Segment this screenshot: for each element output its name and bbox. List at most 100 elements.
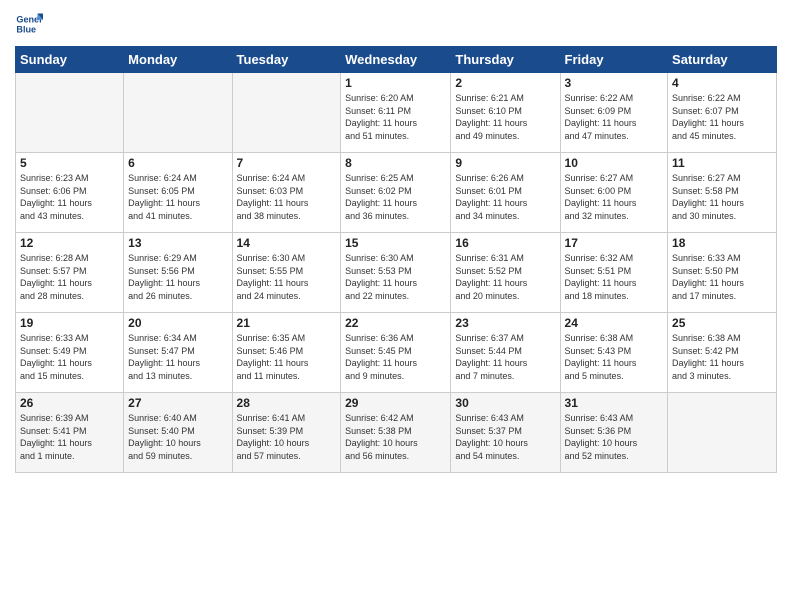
weekday-header-sunday: Sunday bbox=[16, 47, 124, 73]
day-number: 1 bbox=[345, 76, 446, 90]
day-cell: 2 Sunrise: 6:21 AM Sunset: 6:10 PM Daylig… bbox=[451, 73, 560, 153]
day-cell: 28 Sunrise: 6:41 AM Sunset: 5:39 PM Dayli… bbox=[232, 393, 341, 473]
day-number: 5 bbox=[20, 156, 119, 170]
weekday-header-wednesday: Wednesday bbox=[341, 47, 451, 73]
day-info: Sunrise: 6:24 AM Sunset: 6:05 PM Dayligh… bbox=[128, 172, 227, 222]
day-cell: 25 Sunrise: 6:38 AM Sunset: 5:42 PM Dayli… bbox=[668, 313, 777, 393]
day-number: 10 bbox=[565, 156, 664, 170]
day-cell: 30 Sunrise: 6:43 AM Sunset: 5:37 PM Dayli… bbox=[451, 393, 560, 473]
day-number: 26 bbox=[20, 396, 119, 410]
day-cell: 20Sunrise: 6:34 AM Sunset: 5:47 PM Dayli… bbox=[124, 313, 232, 393]
day-number: 7 bbox=[237, 156, 337, 170]
day-cell: 31 Sunrise: 6:43 AM Sunset: 5:36 PM Dayli… bbox=[560, 393, 668, 473]
weekday-header-monday: Monday bbox=[124, 47, 232, 73]
day-cell bbox=[232, 73, 341, 153]
page: General Blue SundayMondayTuesdayWednesda… bbox=[0, 0, 792, 612]
weekday-header-friday: Friday bbox=[560, 47, 668, 73]
day-number: 30 bbox=[455, 396, 555, 410]
day-info: Sunrise: 6:30 AM Sunset: 5:53 PM Dayligh… bbox=[345, 252, 446, 302]
day-cell: 5 Sunrise: 6:23 AM Sunset: 6:06 PM Daylig… bbox=[16, 153, 124, 233]
day-number: 2 bbox=[455, 76, 555, 90]
day-info: Sunrise: 6:36 AM Sunset: 5:45 PM Dayligh… bbox=[345, 332, 446, 382]
day-info: Sunrise: 6:33 AM Sunset: 5:49 PM Dayligh… bbox=[20, 332, 119, 382]
day-number: 27 bbox=[128, 396, 227, 410]
day-cell: 6 Sunrise: 6:24 AM Sunset: 6:05 PM Daylig… bbox=[124, 153, 232, 233]
day-info: Sunrise: 6:30 AM Sunset: 5:55 PM Dayligh… bbox=[237, 252, 337, 302]
day-cell: 15 Sunrise: 6:30 AM Sunset: 5:53 PM Dayli… bbox=[341, 233, 451, 313]
day-cell: 3 Sunrise: 6:22 AM Sunset: 6:09 PM Daylig… bbox=[560, 73, 668, 153]
calendar: SundayMondayTuesdayWednesdayThursdayFrid… bbox=[15, 46, 777, 473]
day-cell bbox=[16, 73, 124, 153]
day-number: 11 bbox=[672, 156, 772, 170]
day-number: 21 bbox=[237, 316, 337, 330]
day-number: 14 bbox=[237, 236, 337, 250]
week-row-0: 1 Sunrise: 6:20 AM Sunset: 6:11 PM Daylig… bbox=[16, 73, 777, 153]
day-info: Sunrise: 6:21 AM Sunset: 6:10 PM Dayligh… bbox=[455, 92, 555, 142]
day-number: 16 bbox=[455, 236, 555, 250]
day-number: 19 bbox=[20, 316, 119, 330]
day-info: Sunrise: 6:24 AM Sunset: 6:03 PM Dayligh… bbox=[237, 172, 337, 222]
day-cell: 7 Sunrise: 6:24 AM Sunset: 6:03 PM Daylig… bbox=[232, 153, 341, 233]
day-cell: 18 Sunrise: 6:33 AM Sunset: 5:50 PM Dayli… bbox=[668, 233, 777, 313]
logo-icon: General Blue bbox=[15, 10, 43, 38]
day-info: Sunrise: 6:31 AM Sunset: 5:52 PM Dayligh… bbox=[455, 252, 555, 302]
day-info: Sunrise: 6:35 AM Sunset: 5:46 PM Dayligh… bbox=[237, 332, 337, 382]
logo: General Blue bbox=[15, 10, 43, 38]
weekday-header-thursday: Thursday bbox=[451, 47, 560, 73]
day-cell: 22Sunrise: 6:36 AM Sunset: 5:45 PM Dayli… bbox=[341, 313, 451, 393]
day-info: Sunrise: 6:43 AM Sunset: 5:36 PM Dayligh… bbox=[565, 412, 664, 462]
day-cell: 26 Sunrise: 6:39 AM Sunset: 5:41 PM Dayli… bbox=[16, 393, 124, 473]
day-info: Sunrise: 6:41 AM Sunset: 5:39 PM Dayligh… bbox=[237, 412, 337, 462]
day-cell: 24Sunrise: 6:38 AM Sunset: 5:43 PM Dayli… bbox=[560, 313, 668, 393]
day-number: 9 bbox=[455, 156, 555, 170]
day-number: 12 bbox=[20, 236, 119, 250]
day-cell: 1 Sunrise: 6:20 AM Sunset: 6:11 PM Daylig… bbox=[341, 73, 451, 153]
day-number: 31 bbox=[565, 396, 664, 410]
day-info: Sunrise: 6:26 AM Sunset: 6:01 PM Dayligh… bbox=[455, 172, 555, 222]
day-cell bbox=[668, 393, 777, 473]
day-cell: 16 Sunrise: 6:31 AM Sunset: 5:52 PM Dayli… bbox=[451, 233, 560, 313]
week-row-3: 19 Sunrise: 6:33 AM Sunset: 5:49 PM Dayli… bbox=[16, 313, 777, 393]
weekday-header-row: SundayMondayTuesdayWednesdayThursdayFrid… bbox=[16, 47, 777, 73]
day-info: Sunrise: 6:43 AM Sunset: 5:37 PM Dayligh… bbox=[455, 412, 555, 462]
day-info: Sunrise: 6:29 AM Sunset: 5:56 PM Dayligh… bbox=[128, 252, 227, 302]
day-info: Sunrise: 6:37 AM Sunset: 5:44 PM Dayligh… bbox=[455, 332, 555, 382]
weekday-header-saturday: Saturday bbox=[668, 47, 777, 73]
day-cell: 29 Sunrise: 6:42 AM Sunset: 5:38 PM Dayli… bbox=[341, 393, 451, 473]
day-info: Sunrise: 6:38 AM Sunset: 5:42 PM Dayligh… bbox=[672, 332, 772, 382]
day-info: Sunrise: 6:22 AM Sunset: 6:09 PM Dayligh… bbox=[565, 92, 664, 142]
week-row-2: 12 Sunrise: 6:28 AM Sunset: 5:57 PM Dayli… bbox=[16, 233, 777, 313]
day-info: Sunrise: 6:39 AM Sunset: 5:41 PM Dayligh… bbox=[20, 412, 119, 462]
day-cell: 8 Sunrise: 6:25 AM Sunset: 6:02 PM Daylig… bbox=[341, 153, 451, 233]
day-info: Sunrise: 6:42 AM Sunset: 5:38 PM Dayligh… bbox=[345, 412, 446, 462]
svg-text:Blue: Blue bbox=[16, 24, 36, 34]
day-info: Sunrise: 6:28 AM Sunset: 5:57 PM Dayligh… bbox=[20, 252, 119, 302]
day-cell: 11 Sunrise: 6:27 AM Sunset: 5:58 PM Dayli… bbox=[668, 153, 777, 233]
day-info: Sunrise: 6:25 AM Sunset: 6:02 PM Dayligh… bbox=[345, 172, 446, 222]
day-number: 28 bbox=[237, 396, 337, 410]
day-number: 25 bbox=[672, 316, 772, 330]
day-number: 6 bbox=[128, 156, 227, 170]
day-info: Sunrise: 6:33 AM Sunset: 5:50 PM Dayligh… bbox=[672, 252, 772, 302]
day-cell: 17Sunrise: 6:32 AM Sunset: 5:51 PM Dayli… bbox=[560, 233, 668, 313]
day-number: 15 bbox=[345, 236, 446, 250]
day-cell: 19 Sunrise: 6:33 AM Sunset: 5:49 PM Dayli… bbox=[16, 313, 124, 393]
day-cell: 10Sunrise: 6:27 AM Sunset: 6:00 PM Dayli… bbox=[560, 153, 668, 233]
day-number: 8 bbox=[345, 156, 446, 170]
day-info: Sunrise: 6:27 AM Sunset: 5:58 PM Dayligh… bbox=[672, 172, 772, 222]
day-cell: 14 Sunrise: 6:30 AM Sunset: 5:55 PM Dayli… bbox=[232, 233, 341, 313]
day-number: 20 bbox=[128, 316, 227, 330]
day-cell: 12 Sunrise: 6:28 AM Sunset: 5:57 PM Dayli… bbox=[16, 233, 124, 313]
day-cell: 13 Sunrise: 6:29 AM Sunset: 5:56 PM Dayli… bbox=[124, 233, 232, 313]
day-number: 18 bbox=[672, 236, 772, 250]
day-info: Sunrise: 6:23 AM Sunset: 6:06 PM Dayligh… bbox=[20, 172, 119, 222]
day-cell: 21 Sunrise: 6:35 AM Sunset: 5:46 PM Dayli… bbox=[232, 313, 341, 393]
day-cell: 4Sunrise: 6:22 AM Sunset: 6:07 PM Daylig… bbox=[668, 73, 777, 153]
day-info: Sunrise: 6:20 AM Sunset: 6:11 PM Dayligh… bbox=[345, 92, 446, 142]
day-number: 17 bbox=[565, 236, 664, 250]
day-number: 29 bbox=[345, 396, 446, 410]
week-row-1: 5 Sunrise: 6:23 AM Sunset: 6:06 PM Daylig… bbox=[16, 153, 777, 233]
day-number: 3 bbox=[565, 76, 664, 90]
week-row-4: 26 Sunrise: 6:39 AM Sunset: 5:41 PM Dayli… bbox=[16, 393, 777, 473]
day-number: 13 bbox=[128, 236, 227, 250]
